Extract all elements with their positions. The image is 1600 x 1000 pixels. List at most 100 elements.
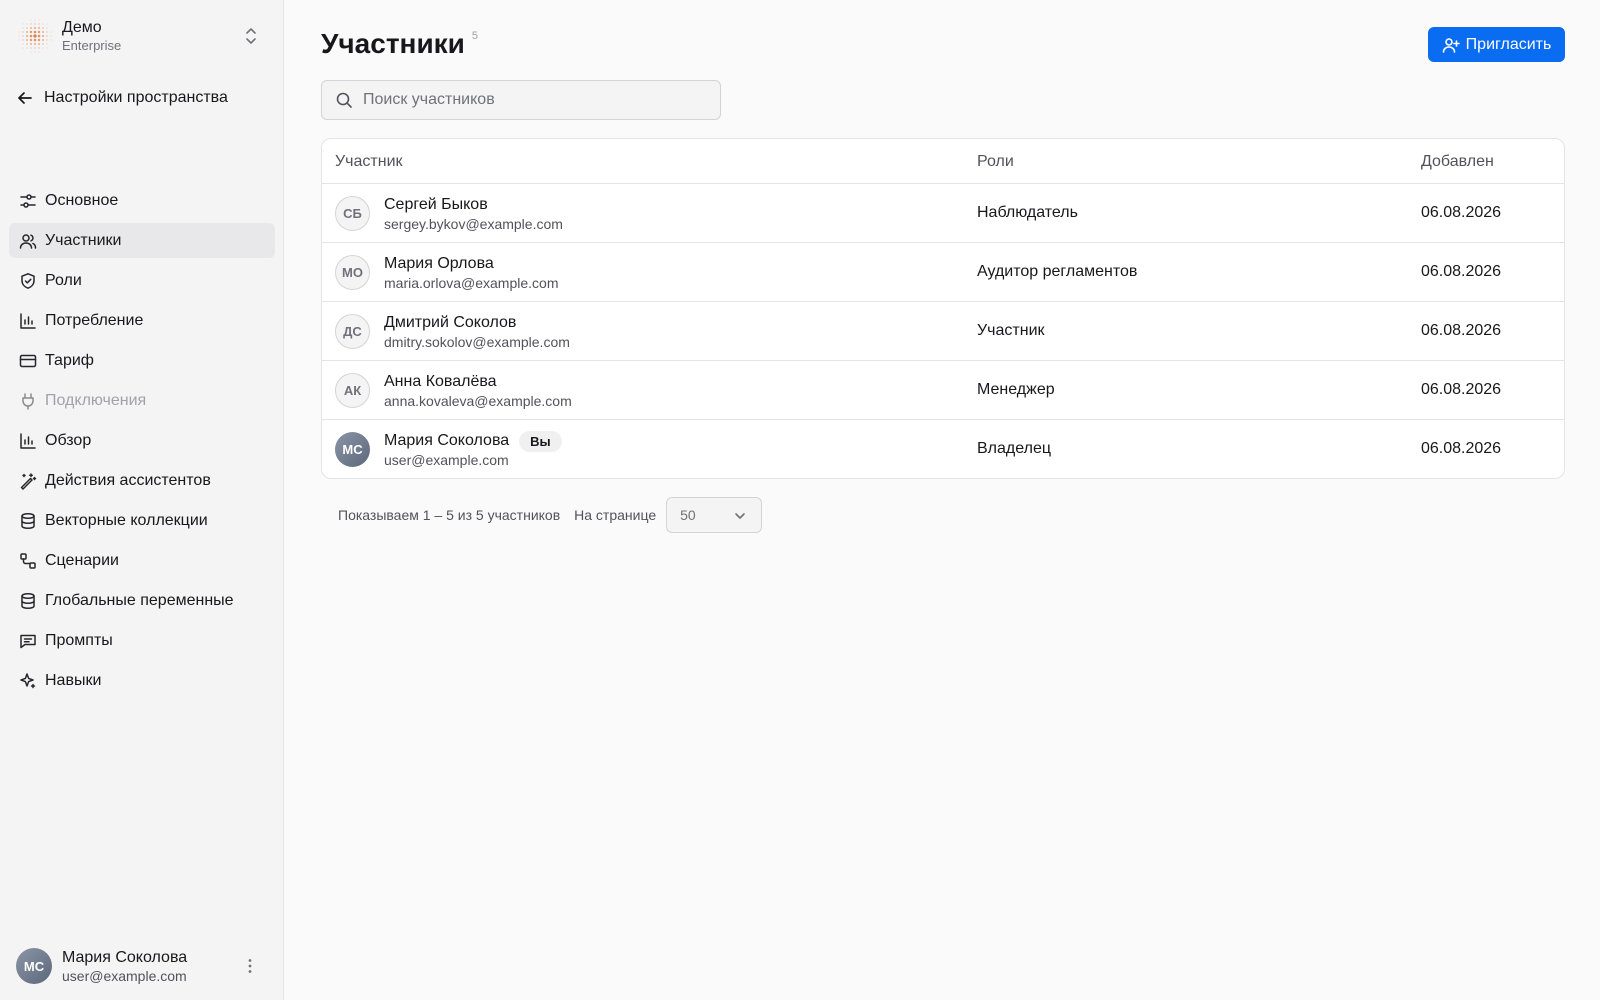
sidebar-item-label: Глобальные переменные (45, 591, 234, 609)
credit-card-icon (19, 354, 37, 367)
sidebar-item-message[interactable]: Промпты (9, 623, 275, 658)
sidebar-item-label: Действия ассистентов (45, 471, 211, 489)
avatar: АК (335, 373, 370, 408)
sidebar-item-workflow[interactable]: Сценарии (9, 543, 275, 578)
search-icon (336, 92, 352, 108)
pagination: Показываем 1 – 5 из 5 участников На стра… (338, 497, 763, 533)
sidebar-item-shield[interactable]: Роли (9, 263, 275, 298)
sliders-icon (20, 193, 36, 208)
sidebar-nav: Основное Участники Роли Потребление Тариф Под… (9, 183, 275, 703)
member-role: Участник (977, 322, 1045, 339)
sidebar-item-label: Векторные коллекции (45, 511, 208, 529)
member-name: Сергей Быков (384, 196, 488, 213)
chevrons-up-down-icon[interactable] (242, 26, 260, 46)
back-label: Настройки пространства (44, 89, 228, 106)
more-vertical-icon[interactable] (240, 956, 260, 976)
member-added-date: 06.08.2026 (1421, 204, 1502, 221)
workspace-switcher[interactable]: Демо Enterprise (16, 14, 268, 58)
sidebar-item-sliders[interactable]: Основное (9, 183, 275, 218)
sidebar-item-label: Обзор (45, 431, 92, 449)
shield-icon (21, 272, 35, 289)
member-role: Наблюдатель (977, 204, 1078, 221)
member-role: Аудитор регламентов (977, 263, 1138, 280)
sidebar-item-magic-wand[interactable]: Действия ассистентов (9, 463, 275, 498)
table-row[interactable]: СБ Сергей Быков sergey.bykov@example.com На… (322, 184, 1564, 243)
sidebar-item-label: Основное (45, 191, 119, 209)
sparkles-icon (20, 672, 36, 688)
avatar: ДС (335, 314, 370, 349)
you-badge: Вы (519, 430, 562, 452)
chevron-down-icon (735, 513, 745, 519)
member-email: sergey.bykov@example.com (384, 216, 563, 232)
per-page-label: На странице (574, 507, 657, 523)
per-page-value: 50 (680, 507, 696, 523)
member-name: Мария Орлова (384, 255, 494, 272)
users-icon (19, 233, 37, 249)
plug-icon (22, 392, 34, 410)
user-name: Мария Соколова (62, 948, 188, 966)
avatar: СБ (335, 196, 370, 231)
sidebar-item-credit-card[interactable]: Тариф (9, 343, 275, 378)
sidebar-item-bar-chart[interactable]: Обзор (9, 423, 275, 458)
member-email: maria.orlova@example.com (384, 275, 559, 291)
avatar: МС (335, 432, 370, 467)
header-roles: Роли (977, 153, 1014, 170)
member-email: anna.kovaleva@example.com (384, 393, 572, 409)
user-plus-icon (1442, 37, 1460, 53)
invite-label: Пригласить (1465, 35, 1552, 53)
table-row[interactable]: МО Мария Орлова maria.orlova@example.com Ау… (322, 243, 1564, 302)
sidebar-item-label: Роли (45, 271, 82, 289)
bar-chart-icon (20, 432, 36, 449)
bar-chart-icon (20, 312, 36, 329)
member-role: Менеджер (977, 381, 1055, 398)
member-email: user@example.com (384, 452, 509, 468)
sidebar: Демо Enterprise Настройки пространства О… (0, 0, 284, 1000)
sidebar-item-sparkles[interactable]: Навыки (9, 663, 275, 698)
sidebar-item-label: Участники (45, 231, 122, 249)
workspace-name: Демо (62, 19, 102, 36)
page-title: Участники (321, 28, 465, 59)
header-added: Добавлен (1421, 153, 1494, 170)
message-icon (20, 634, 36, 648)
pagination-summary: Показываем 1 – 5 из 5 участников (338, 507, 561, 523)
member-count: 5 (471, 30, 479, 42)
workspace-plan: Enterprise (62, 38, 122, 53)
arrow-left-icon (18, 92, 32, 104)
invite-button[interactable]: Пригласить (1428, 27, 1565, 62)
magic-wand-icon (20, 472, 37, 490)
members-table: Участник Роли Добавлен СБ Сергей Быков ser… (321, 138, 1565, 479)
member-role: Владелец (977, 440, 1052, 457)
avatar: МО (335, 255, 370, 290)
sidebar-item-label: Потребление (45, 311, 144, 329)
table-header: Участник Роли Добавлен (322, 139, 1564, 184)
sidebar-item-database[interactable]: Векторные коллекции (9, 503, 275, 538)
sidebar-item-plug[interactable]: Подключения (9, 383, 275, 418)
table-row[interactable]: ДС Дмитрий Соколов dmitry.sokolov@example.… (322, 302, 1564, 361)
user-email: user@example.com (62, 967, 187, 984)
member-added-date: 06.08.2026 (1421, 322, 1502, 339)
member-added-date: 06.08.2026 (1421, 440, 1502, 457)
member-name: Анна Ковалёва (384, 373, 497, 390)
table-row[interactable]: МС Мария Соколова Вы user@example.com Владел… (322, 420, 1564, 478)
sidebar-item-label: Подключения (45, 391, 147, 409)
back-to-workspace-settings[interactable]: Настройки пространства (16, 86, 228, 110)
header-member: Участник (335, 153, 403, 170)
search-box[interactable] (321, 80, 721, 120)
sidebar-item-database[interactable]: Глобальные переменные (9, 583, 275, 618)
search-input[interactable] (363, 91, 703, 109)
member-name: Дмитрий Соколов (384, 314, 517, 331)
member-name: Мария Соколова (384, 432, 510, 449)
member-added-date: 06.08.2026 (1421, 381, 1502, 398)
main-content: Участники 5 Пригласить Участник Роли Доб… (284, 0, 1600, 1000)
sidebar-item-users[interactable]: Участники (9, 223, 275, 258)
sidebar-item-label: Сценарии (45, 551, 119, 569)
avatar: МС (16, 948, 52, 984)
per-page-select[interactable]: 50 (666, 497, 763, 533)
sidebar-item-label: Тариф (45, 351, 94, 369)
table-row[interactable]: АК Анна Ковалёва anna.kovaleva@example.com… (322, 361, 1564, 420)
current-user[interactable]: МС Мария Соколова user@example.com (16, 946, 268, 986)
sidebar-item-label: Промпты (45, 631, 113, 649)
workspace-logo (18, 19, 52, 53)
sidebar-item-label: Навыки (45, 671, 102, 689)
sidebar-item-bar-chart[interactable]: Потребление (9, 303, 275, 338)
